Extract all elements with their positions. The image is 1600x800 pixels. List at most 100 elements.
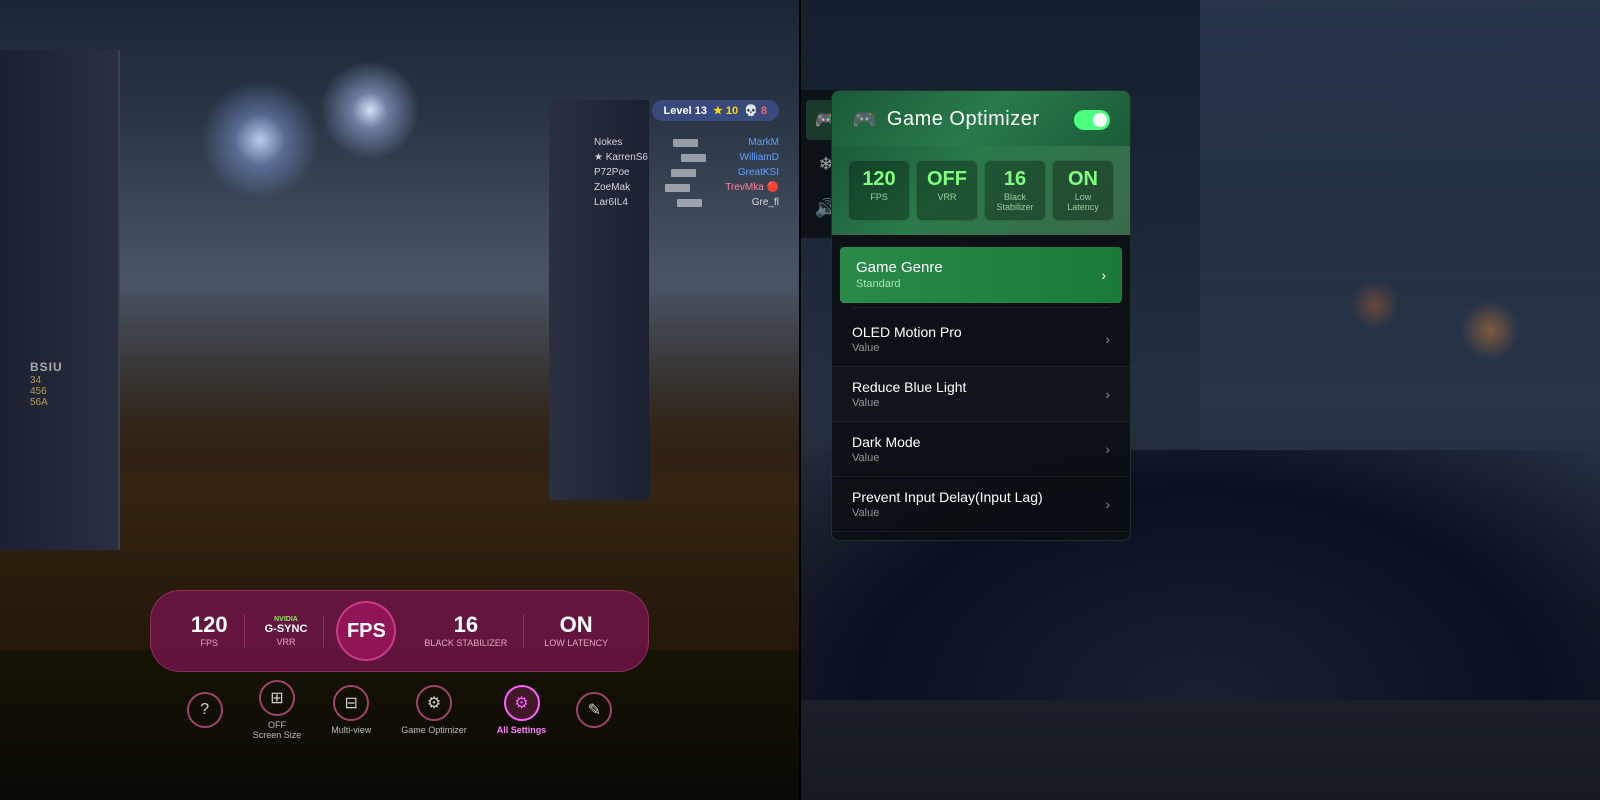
game-optimizer-button[interactable]: ⚙ Game Optimizer: [401, 685, 467, 735]
all-settings-icon: ⚙: [504, 685, 540, 721]
menu-item-reduce-blue-light[interactable]: Reduce Blue Light Value ›: [832, 367, 1130, 422]
low-lat-label: Low Latency: [544, 638, 608, 648]
help-button[interactable]: ?: [187, 692, 223, 728]
oled-motion-value: Value: [852, 342, 962, 354]
multiview-button[interactable]: ⊟ Multi-view: [331, 685, 371, 735]
gun-icon: [677, 199, 702, 207]
optimizer-panel: 🎮 Game Optimizer 120 FPS OFF VRR 16 Blac…: [831, 90, 1131, 541]
menu-item-text: OLED Motion Pro Value: [852, 324, 962, 354]
reduce-blue-light-title: Reduce Blue Light: [852, 379, 966, 395]
vrr-stat: NVIDIA G-SYNC VRR: [249, 616, 325, 647]
optimizer-menu: Game Genre Standard › OLED Motion Pro Va…: [832, 235, 1130, 540]
light-source-2: [320, 60, 420, 160]
edit-button[interactable]: ✎: [576, 692, 612, 728]
player-row: P72Poe GreatKSI: [594, 165, 779, 180]
player-name-left: ★ KarrenS6: [594, 152, 648, 163]
dark-mode-title: Dark Mode: [852, 434, 920, 450]
menu-item-text: Game Genre Standard: [856, 259, 943, 290]
menu-divider: [852, 307, 1110, 308]
screen-size-button[interactable]: ⊞ OFFScreen Size: [253, 680, 302, 740]
chevron-icon: ›: [1101, 267, 1106, 283]
menu-item-dark-mode[interactable]: Dark Mode Value ›: [832, 422, 1130, 477]
player-name-right: MarkM: [748, 137, 779, 148]
skull-count: 💀 8: [744, 104, 767, 117]
optimizer-title-row: 🎮 Game Optimizer: [852, 107, 1040, 132]
menu-item-prevent-input-delay[interactable]: Prevent Input Delay(Input Lag) Value ›: [832, 477, 1130, 532]
opt-vrr-stat: OFF VRR: [916, 160, 978, 221]
stats-bar: 120 FPS NVIDIA G-SYNC VRR FPS 16 Black S…: [150, 590, 649, 672]
fps-big-label: FPS: [347, 620, 386, 643]
player-row: ZoeMak TrevMka 🔴: [594, 180, 779, 195]
black-stab-label: Black Stabilizer: [424, 638, 507, 648]
building-numbers: 3445656A: [30, 375, 48, 408]
right-screen: 🎮 ❄ 🔊 🎮 Game Optimizer 120 FPS OFF: [801, 0, 1600, 800]
gsync-label: G-SYNC: [265, 623, 308, 635]
opt-black-stab-value: 16: [991, 169, 1039, 189]
gun-icon: [671, 169, 696, 177]
torch-light-1: [1460, 300, 1520, 360]
menu-item-game-genre[interactable]: Game Genre Standard ›: [840, 247, 1122, 303]
chevron-icon: ›: [1105, 496, 1110, 512]
chevron-icon: ›: [1105, 386, 1110, 402]
screen-size-label: OFFScreen Size: [253, 720, 302, 740]
all-settings-button[interactable]: ⚙ All Settings: [497, 685, 547, 735]
optimizer-title: Game Optimizer: [887, 108, 1040, 131]
gun-icon: [673, 139, 698, 147]
player-name-right: Gre_fl: [752, 197, 779, 208]
menu-item-text: Reduce Blue Light Value: [852, 379, 966, 409]
edit-icon: ✎: [576, 692, 612, 728]
low-lat-stat: ON Low Latency: [528, 614, 624, 648]
dark-mode-value: Value: [852, 452, 920, 464]
player-name-right: GreatKSI: [738, 167, 779, 178]
multiview-label: Multi-view: [331, 725, 371, 735]
black-stab-stat: 16 Black Stabilizer: [408, 614, 524, 648]
low-lat-value: ON: [560, 614, 593, 636]
star-count: ★ 10: [713, 104, 738, 117]
opt-low-lat-label: Low Latency: [1059, 192, 1107, 212]
player-row: Lar6IL4 Gre_fl: [594, 195, 779, 210]
screen-divider: [799, 0, 801, 800]
player-list: Nokes MarkM ★ KarrenS6 WilliamD P72Poe G…: [594, 135, 779, 210]
game-genre-value: Standard: [856, 278, 943, 290]
black-stab-value: 16: [454, 614, 478, 636]
game-optimizer-icon: ⚙: [416, 685, 452, 721]
prevent-input-delay-value: Value: [852, 507, 1043, 519]
wall-left: [0, 50, 120, 550]
nvidia-brand: NVIDIA: [274, 616, 298, 623]
hud-bottom: 120 FPS NVIDIA G-SYNC VRR FPS 16 Black S…: [0, 590, 799, 740]
main-container: BSIU 3445656A Level 13 ★ 10 💀 8 Nokes Ma…: [0, 0, 1600, 800]
opt-black-stab-stat: 16 Black Stabilizer: [984, 160, 1046, 221]
level-text: Level 13: [664, 105, 707, 117]
menu-item-oled-motion[interactable]: OLED Motion Pro Value ›: [832, 312, 1130, 367]
building-label: BSIU: [30, 360, 63, 374]
gamepad-icon: 🎮: [852, 107, 877, 132]
optimizer-toggle[interactable]: [1074, 110, 1110, 130]
torch-light-2: [1350, 280, 1400, 330]
player-name-left: P72Poe: [594, 167, 630, 178]
player-name-left: Lar6IL4: [594, 197, 628, 208]
left-screen: BSIU 3445656A Level 13 ★ 10 💀 8 Nokes Ma…: [0, 0, 799, 800]
opt-low-lat-stat: ON Low Latency: [1052, 160, 1114, 221]
reduce-blue-light-value: Value: [852, 397, 966, 409]
screen-size-icon: ⊞: [259, 680, 295, 716]
menu-item-text: Prevent Input Delay(Input Lag) Value: [852, 489, 1043, 519]
opt-black-stab-label: Black Stabilizer: [991, 192, 1039, 212]
vrr-label: VRR: [276, 637, 295, 647]
player-row: ★ KarrenS6 WilliamD: [594, 150, 779, 165]
player-row: Nokes MarkM: [594, 135, 779, 150]
fps-label: FPS: [200, 638, 218, 648]
game-genre-title: Game Genre: [856, 259, 943, 276]
player-name-right: WilliamD: [740, 152, 779, 163]
opt-fps-stat: 120 FPS: [848, 160, 910, 221]
help-icon: ?: [187, 692, 223, 728]
menu-item-text: Dark Mode Value: [852, 434, 920, 464]
chevron-icon: ›: [1105, 331, 1110, 347]
fps-stat: 120 FPS: [175, 614, 245, 648]
opt-low-lat-value: ON: [1059, 169, 1107, 189]
all-settings-label: All Settings: [497, 725, 547, 735]
optimizer-header: 🎮 Game Optimizer: [832, 91, 1130, 146]
light-source-1: [200, 80, 320, 200]
fps-big-button[interactable]: FPS: [336, 601, 396, 661]
opt-fps-value: 120: [855, 169, 903, 189]
player-name-left: ZoeMak: [594, 182, 630, 193]
